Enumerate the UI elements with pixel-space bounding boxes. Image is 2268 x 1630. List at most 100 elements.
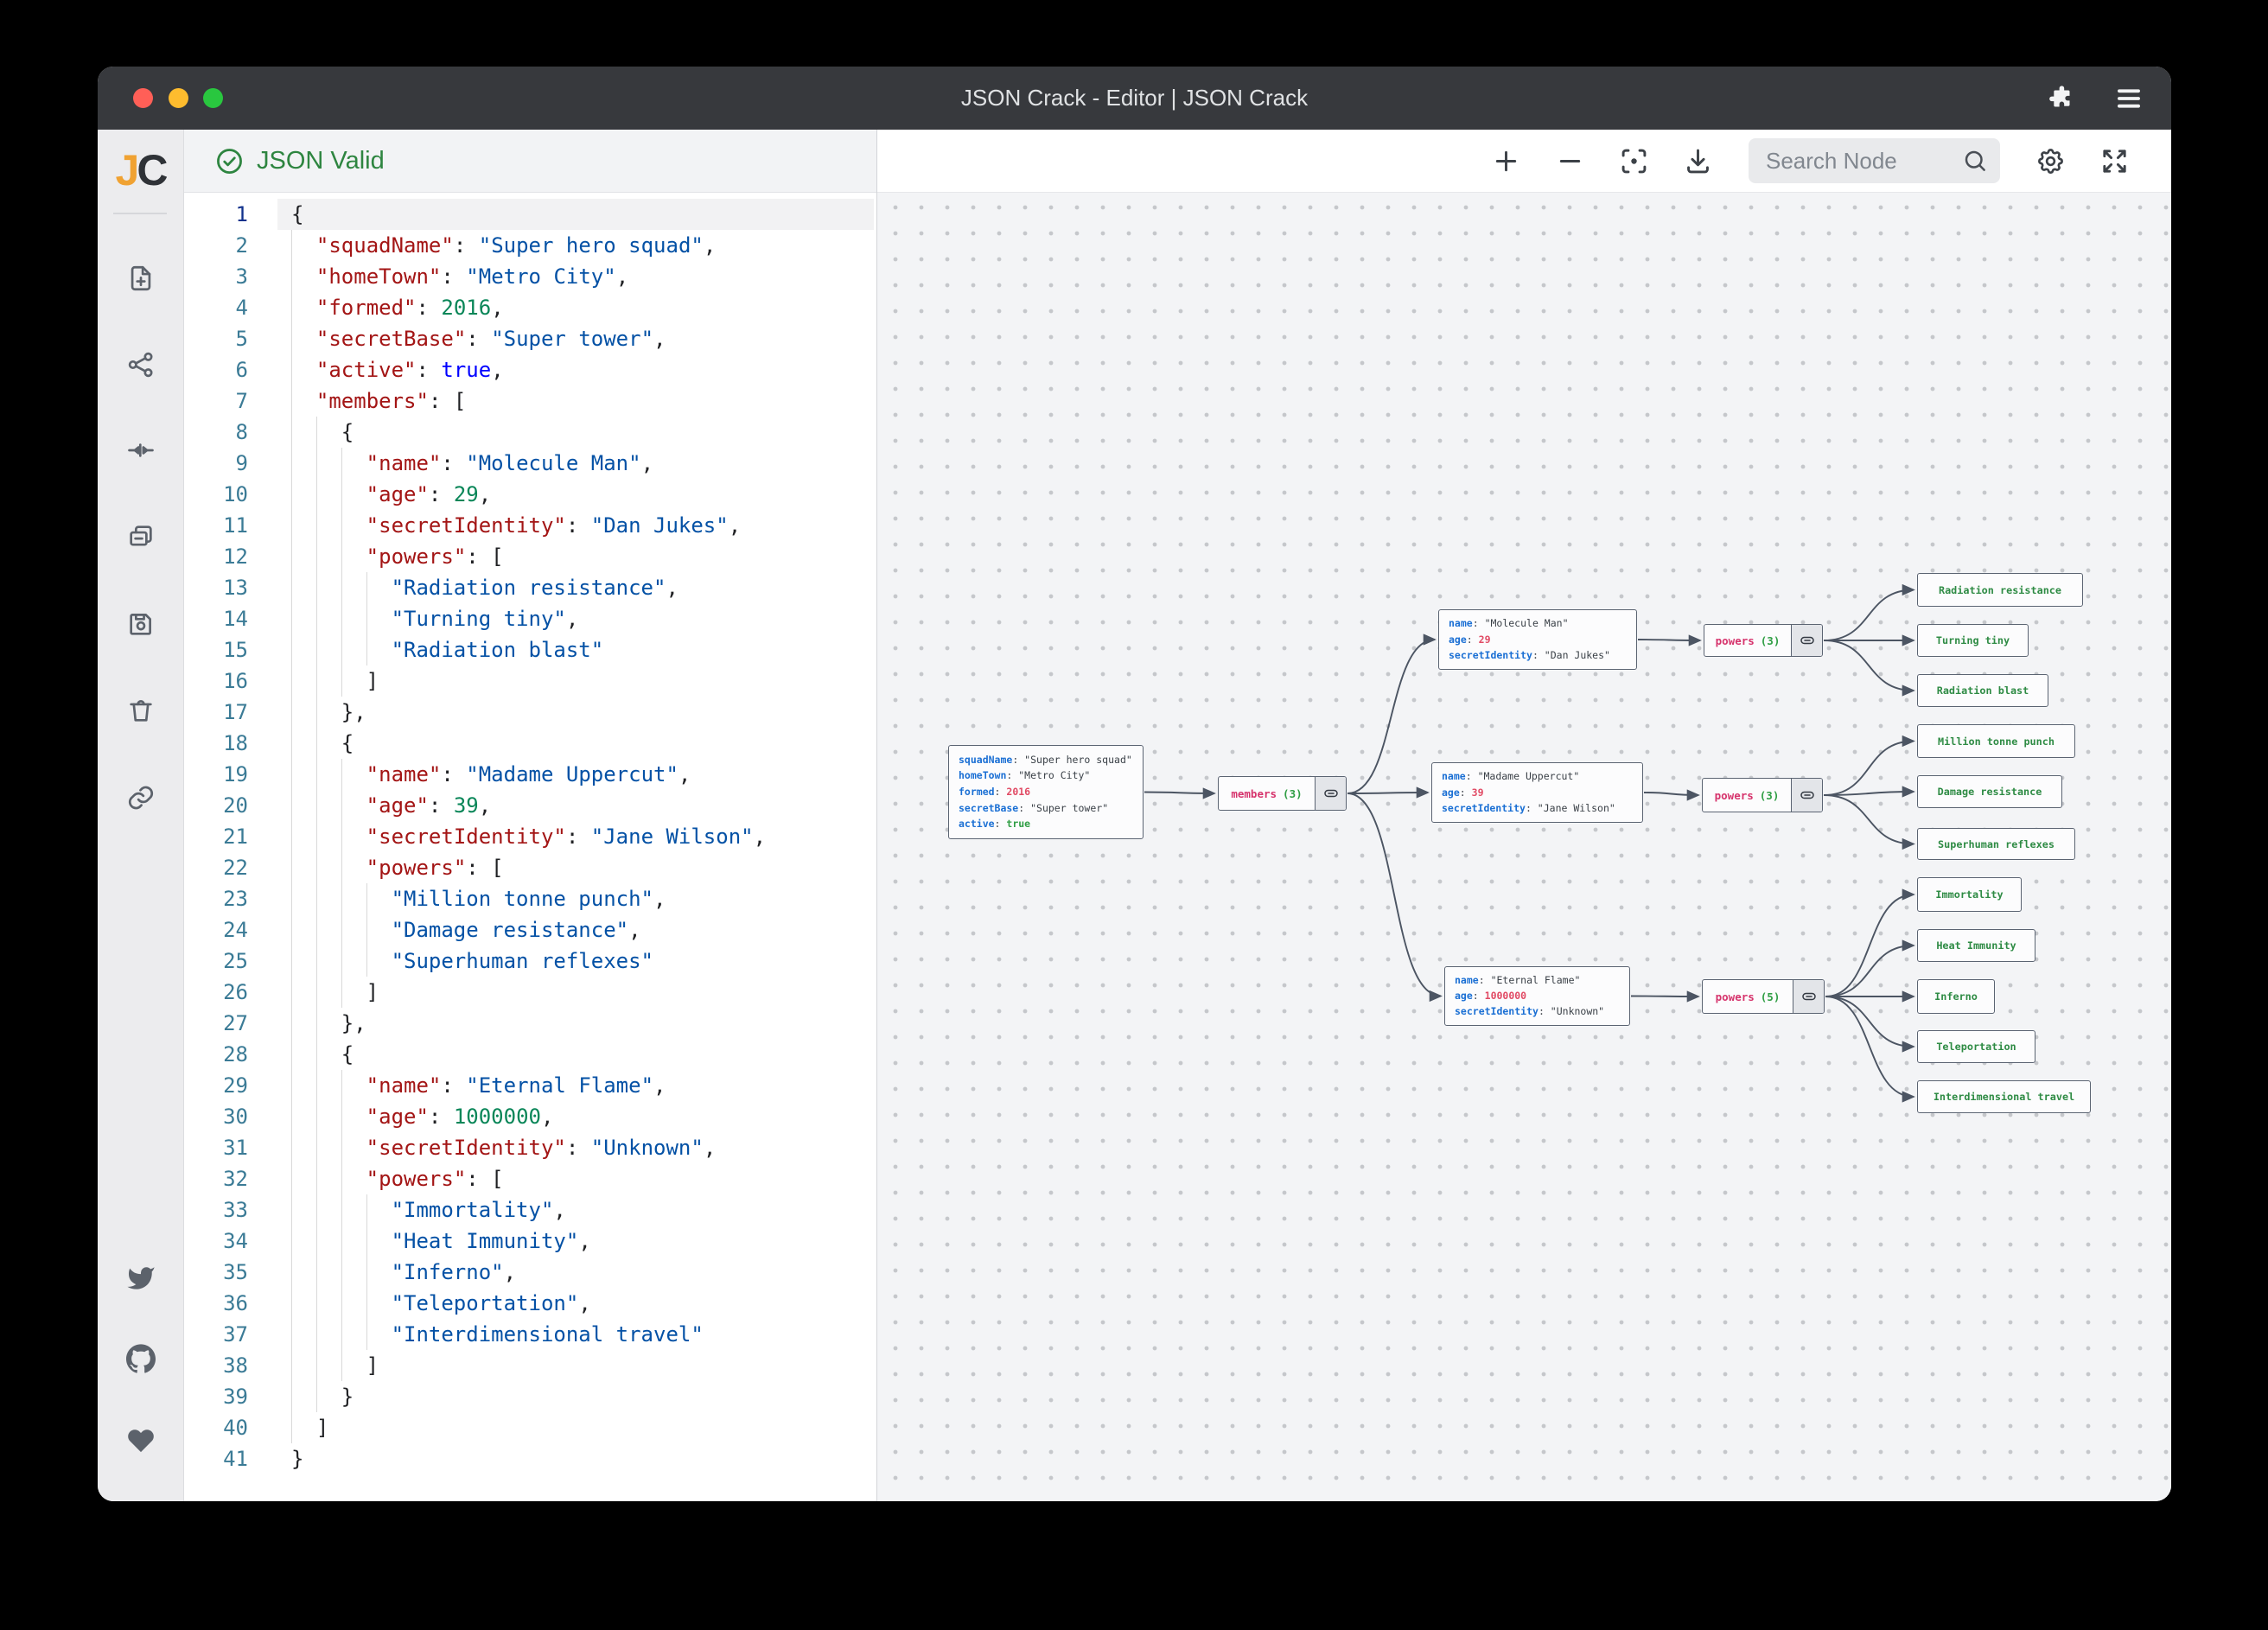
code-line[interactable]: 19"name": "Madame Uppercut",	[184, 759, 876, 790]
code-line[interactable]: 25"Superhuman reflexes"	[184, 946, 876, 977]
code-line[interactable]: 9"name": "Molecule Man",	[184, 448, 876, 479]
code-line[interactable]: 15"Radiation blast"	[184, 634, 876, 665]
code-line[interactable]: 37"Interdimensional travel"	[184, 1319, 876, 1350]
code-line[interactable]: 24"Damage resistance",	[184, 914, 876, 946]
new-document-icon[interactable]	[126, 264, 156, 293]
code-line[interactable]: 12"powers": [	[184, 541, 876, 572]
graph-node-m1[interactable]: name: "Molecule Man"age: 29secretIdentit…	[1438, 609, 1637, 670]
code-line[interactable]: 23"Million tonne punch",	[184, 883, 876, 914]
graph-node-l3[interactable]: Radiation blast	[1917, 674, 2048, 707]
code-line[interactable]: 7"members": [	[184, 385, 876, 417]
search-node-input[interactable]	[1749, 138, 1956, 183]
zoom-out-icon[interactable]	[1555, 146, 1585, 176]
code-line[interactable]: 4"formed": 2016,	[184, 292, 876, 323]
code-line[interactable]: 41}	[184, 1443, 876, 1474]
code-line[interactable]: 10"age": 29,	[184, 479, 876, 510]
code-line[interactable]: 31"secretIdentity": "Unknown",	[184, 1132, 876, 1163]
code-line[interactable]: 27},	[184, 1008, 876, 1039]
graph-node-members[interactable]: members(3)	[1218, 776, 1347, 811]
graph-node-l5[interactable]: Damage resistance	[1917, 775, 2062, 808]
code-line[interactable]: 5"secretBase": "Super tower",	[184, 323, 876, 354]
code-line[interactable]: 28{	[184, 1039, 876, 1070]
graph-node-root[interactable]: squadName: "Super hero squad"homeTown: "…	[948, 745, 1144, 839]
graph-node-l4[interactable]: Million tonne punch	[1917, 724, 2075, 758]
sidebar-divider	[113, 213, 167, 214]
code-line[interactable]: 29"name": "Eternal Flame",	[184, 1070, 876, 1101]
graph-node-l1[interactable]: Radiation resistance	[1917, 573, 2083, 607]
graph-node-m3[interactable]: name: "Eternal Flame"age: 1000000secretI…	[1444, 966, 1630, 1026]
share-link-icon[interactable]	[126, 783, 156, 812]
code-line[interactable]: 1{	[184, 199, 876, 230]
graph-node-l7[interactable]: Immortality	[1917, 877, 2022, 912]
jsoncrack-logo[interactable]: JC	[98, 145, 183, 195]
code-line[interactable]: 34"Heat Immunity",	[184, 1226, 876, 1257]
code-line[interactable]: 20"age": 39,	[184, 790, 876, 821]
copy-icon[interactable]	[126, 522, 156, 551]
expand-collapse-link-icon[interactable]	[1791, 779, 1822, 812]
graph-node-p1[interactable]: powers(3)	[1704, 624, 1823, 657]
graph-node-l2[interactable]: Turning tiny	[1917, 624, 2029, 657]
code-line[interactable]: 40]	[184, 1412, 876, 1443]
graph-node-p2[interactable]: powers(3)	[1702, 778, 1823, 812]
code-line[interactable]: 18{	[184, 728, 876, 759]
line-number: 37	[184, 1319, 248, 1350]
graph-node-l6[interactable]: Superhuman reflexes	[1917, 828, 2075, 860]
code-line[interactable]: 14"Turning tiny",	[184, 603, 876, 634]
code-line[interactable]: 35"Inferno",	[184, 1257, 876, 1288]
browser-menu-icon[interactable]	[2112, 82, 2145, 115]
code-line[interactable]: 2"squadName": "Super hero squad",	[184, 230, 876, 261]
code-line[interactable]: 33"Immortality",	[184, 1194, 876, 1226]
code-line[interactable]: 11"secretIdentity": "Dan Jukes",	[184, 510, 876, 541]
line-content: ]	[291, 1350, 379, 1381]
graph-canvas[interactable]: squadName: "Super hero squad"homeTown: "…	[877, 193, 2171, 1501]
json-valid-status: JSON Valid	[257, 130, 385, 193]
focus-icon[interactable]	[1619, 146, 1649, 176]
settings-gear-icon[interactable]	[2035, 146, 2066, 176]
center-view-icon[interactable]	[126, 436, 156, 465]
code-line[interactable]: 6"active": true,	[184, 354, 876, 385]
code-editor[interactable]: 1{2"squadName": "Super hero squad",3"hom…	[184, 193, 876, 1501]
extensions-puzzle-icon[interactable]	[2045, 82, 2078, 115]
code-line[interactable]: 30"age": 1000000,	[184, 1101, 876, 1132]
graph-mode-icon[interactable]	[126, 350, 156, 379]
twitter-icon[interactable]	[126, 1264, 156, 1293]
code-line[interactable]: 8{	[184, 417, 876, 448]
array-node-label: powers(5)	[1703, 980, 1793, 1013]
code-line[interactable]: 3 "homeTown": "Metro City",	[184, 261, 876, 292]
code-line[interactable]: 36"Teleportation",	[184, 1288, 876, 1319]
code-line[interactable]: 26]	[184, 977, 876, 1008]
github-icon[interactable]	[126, 1344, 156, 1373]
search-icon[interactable]	[1962, 148, 1988, 174]
download-icon[interactable]	[1683, 146, 1713, 176]
graph-node-l9[interactable]: Inferno	[1917, 979, 1995, 1014]
expand-collapse-link-icon[interactable]	[1791, 625, 1822, 656]
line-content: "Inferno",	[291, 1257, 516, 1288]
graph-node-m2[interactable]: name: "Madame Uppercut"age: 39secretIden…	[1431, 762, 1643, 823]
line-number: 26	[184, 977, 248, 1008]
expand-collapse-link-icon[interactable]	[1315, 777, 1346, 810]
save-icon[interactable]	[126, 609, 156, 639]
graph-node-l8[interactable]: Heat Immunity	[1917, 929, 2035, 962]
expand-collapse-link-icon[interactable]	[1793, 980, 1824, 1013]
code-line[interactable]: 22"powers": [	[184, 852, 876, 883]
line-number: 32	[184, 1163, 248, 1194]
zoom-in-icon[interactable]	[1491, 146, 1521, 176]
fullscreen-icon[interactable]	[2099, 146, 2130, 176]
line-content: "homeTown": "Metro City",	[291, 261, 628, 292]
code-line[interactable]: 39}	[184, 1381, 876, 1412]
line-number: 1	[184, 199, 248, 230]
line-number: 3	[184, 261, 248, 292]
delete-icon[interactable]	[126, 696, 156, 725]
code-line[interactable]: 38]	[184, 1350, 876, 1381]
code-line[interactable]: 17},	[184, 697, 876, 728]
heart-icon[interactable]	[126, 1426, 156, 1455]
code-line[interactable]: 32"powers": [	[184, 1163, 876, 1194]
graph-node-l10[interactable]: Teleportation	[1917, 1030, 2035, 1063]
graph-node-l11[interactable]: Interdimensional travel	[1917, 1080, 2091, 1113]
code-line[interactable]: 16]	[184, 665, 876, 697]
code-line[interactable]: 13"Radiation resistance",	[184, 572, 876, 603]
graph-node-p3[interactable]: powers(5)	[1702, 979, 1825, 1014]
line-content: {	[291, 199, 303, 230]
code-line[interactable]: 21"secretIdentity": "Jane Wilson",	[184, 821, 876, 852]
line-number: 24	[184, 914, 248, 946]
